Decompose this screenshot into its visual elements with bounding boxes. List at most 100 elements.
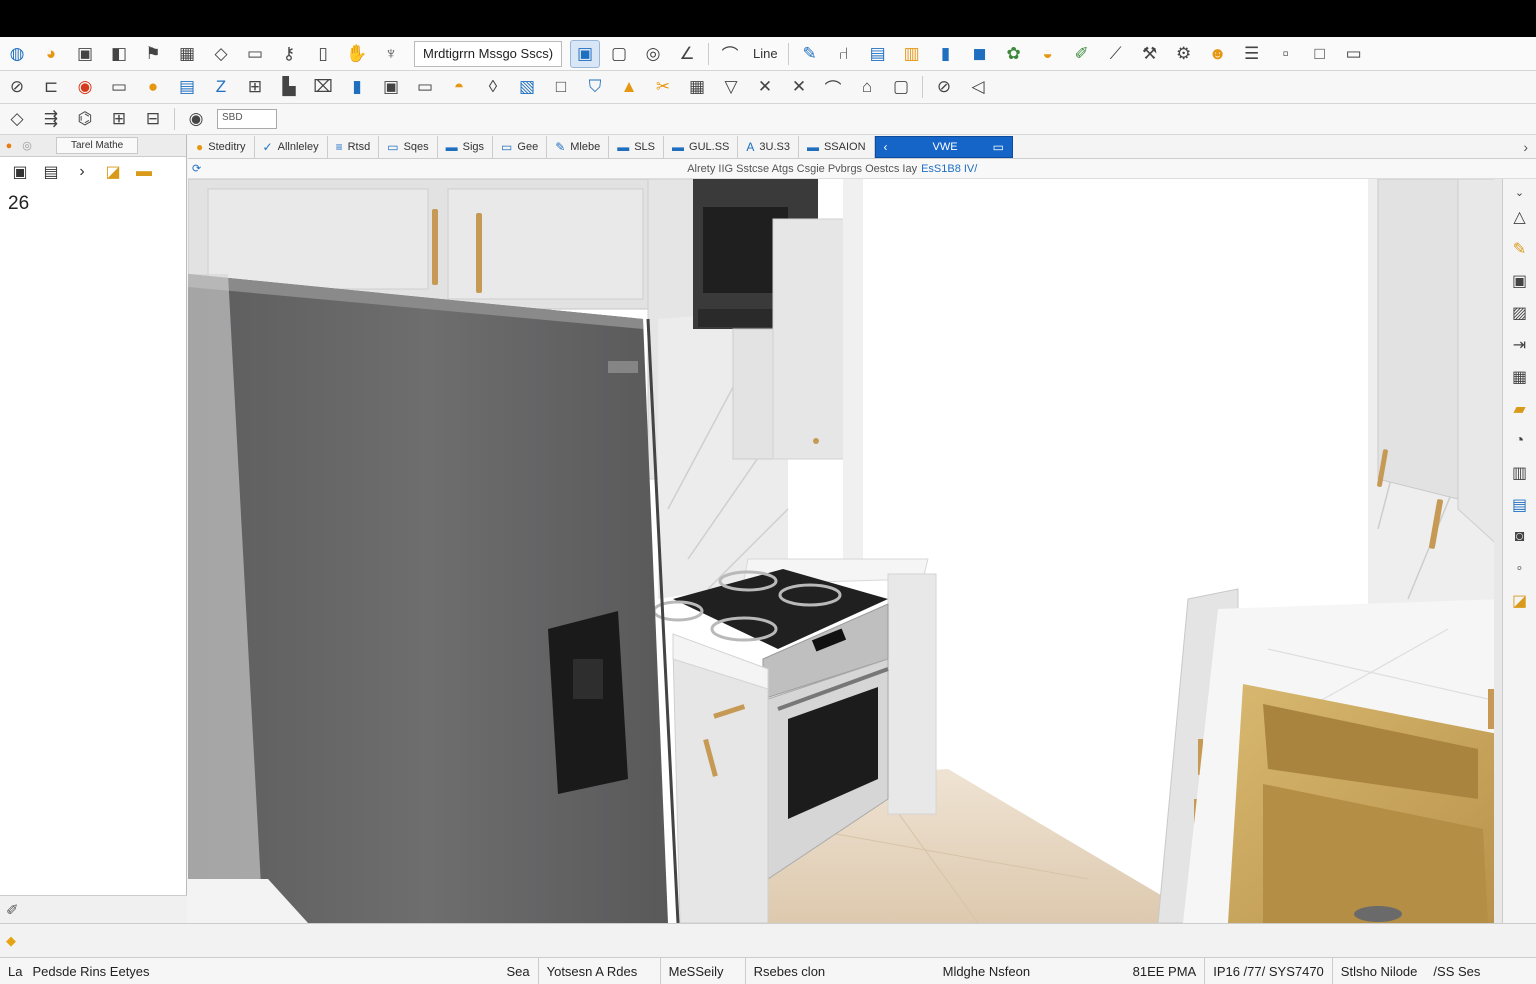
dimension-icon[interactable]: ▣ [376, 73, 406, 101]
tab-scene-7[interactable]: ✎ Mlebe [547, 135, 610, 158]
maximize-panel-icon[interactable]: ▭ [1339, 40, 1369, 68]
lamp-icon[interactable]: ◓ [444, 73, 474, 101]
window-icon[interactable]: ▣ [70, 40, 100, 68]
plant-icon[interactable]: ✿ [999, 40, 1029, 68]
chair-icon[interactable]: ⑁ [829, 40, 859, 68]
label-icon[interactable]: ▭ [410, 73, 440, 101]
tools-icon[interactable]: ⚙ [1169, 40, 1199, 68]
status-segment[interactable]: MeSSeily [659, 958, 745, 984]
3d-viewport[interactable] [188, 179, 1502, 923]
sun-icon[interactable]: ● [138, 73, 168, 101]
tab-scene-3[interactable]: ≡ Rtsd [328, 135, 380, 158]
shield-icon[interactable]: ⛉ [580, 73, 610, 101]
ruler-icon[interactable]: ⊞ [240, 73, 270, 101]
shelf-icon[interactable]: ▥ [897, 40, 927, 68]
slash-circle-icon[interactable]: ⊘ [929, 73, 959, 101]
pencil-icon[interactable]: ✎ [1507, 235, 1533, 263]
wrench-icon[interactable]: ⚒ [1135, 40, 1165, 68]
bowl-icon[interactable]: ◒ [1033, 40, 1063, 68]
warning-icon[interactable]: ▲ [614, 73, 644, 101]
title-field[interactable]: Mrdtigrrn Mssgo Sscs) [414, 40, 563, 67]
house-icon[interactable]: ⌂ [852, 73, 882, 101]
tag-icon[interactable]: ◊ [478, 73, 508, 101]
hatch-icon[interactable]: ▧ [512, 73, 542, 101]
arrow-icon[interactable]: ⊘ [2, 73, 32, 101]
camera-icon[interactable]: ◉ [181, 105, 211, 133]
calculator-icon[interactable]: ▥ [1507, 459, 1533, 487]
minimize-panel-icon[interactable]: ▫ [1271, 40, 1301, 68]
rotate-icon[interactable]: ◇ [2, 105, 32, 133]
cross-icon[interactable]: ✕ [784, 73, 814, 101]
triangle-icon[interactable]: ▽ [716, 73, 746, 101]
tab-scene-11[interactable]: ▬ SSAION [799, 135, 875, 158]
intersect-icon[interactable]: ⊟ [138, 105, 168, 133]
folder-icon[interactable]: ▰ [1507, 395, 1533, 423]
diamond-icon[interactable]: ◇ [206, 40, 236, 68]
robot-icon[interactable]: ◙ [1507, 523, 1533, 551]
line-tool-label[interactable]: Line [747, 46, 784, 61]
tab-scene-6[interactable]: ▭ Gee [493, 135, 548, 158]
box-icon[interactable]: ◼ [965, 40, 995, 68]
calendar-icon[interactable]: ▦ [1507, 363, 1533, 391]
box-outline-icon[interactable]: ▢ [886, 73, 916, 101]
tab-scene-5[interactable]: ▬ Sigs [438, 135, 494, 158]
panel-icon[interactable]: ◧ [104, 40, 134, 68]
laptop-icon[interactable]: ▬ [130, 160, 158, 184]
dot-icon[interactable]: ◦ [1507, 555, 1533, 583]
back-icon[interactable]: ◁ [963, 73, 993, 101]
monitor-icon[interactable]: ▣ [6, 160, 34, 184]
status-segment[interactable]: Yotsesn A Rdes [537, 958, 660, 984]
measure-icon[interactable]: ⟋ [1101, 40, 1131, 68]
chevron-down-icon[interactable]: ⌄ [1507, 185, 1533, 199]
record-icon[interactable]: ◉ [70, 73, 100, 101]
eye-icon[interactable]: ◎ [18, 137, 36, 155]
select-tool-icon[interactable]: ▣ [570, 39, 601, 68]
follow-icon[interactable]: ⌬ [70, 105, 100, 133]
pyramid-icon[interactable]: △ [1507, 203, 1533, 231]
eraser-icon[interactable]: ⌧ [308, 73, 338, 101]
grid-icon[interactable]: ▦ [172, 40, 202, 68]
layers-icon[interactable]: ▤ [172, 73, 202, 101]
angle-icon[interactable]: ∠ [672, 40, 702, 68]
door-icon[interactable]: ▯ [308, 40, 338, 68]
hand-icon[interactable]: ✋ [342, 40, 372, 68]
tab-overflow-icon[interactable]: › [1515, 139, 1536, 155]
person-icon[interactable]: ☻ [1203, 40, 1233, 68]
offset-icon[interactable]: ⊞ [104, 105, 134, 133]
lamp-icon[interactable]: ♆ [376, 40, 406, 68]
smile-icon[interactable]: ◕ [36, 40, 66, 68]
refresh-icon[interactable]: ⟳ [192, 162, 201, 175]
pencil-icon[interactable]: ✎ [795, 40, 825, 68]
list-icon[interactable]: ☰ [1237, 40, 1267, 68]
folder-icon[interactable]: ◪ [99, 160, 127, 184]
tab-scene-1[interactable]: ● Steditry [188, 135, 255, 158]
globe-icon[interactable]: ◍ [2, 40, 32, 68]
orange-dot-icon[interactable]: ● [0, 137, 18, 155]
export-icon[interactable]: ⇥ [1507, 331, 1533, 359]
flag-icon[interactable]: ⚑ [138, 40, 168, 68]
circle-icon[interactable]: ◎ [638, 40, 668, 68]
layers-icon[interactable]: ▤ [37, 160, 65, 184]
key-icon[interactable]: ⚷ [274, 40, 304, 68]
cabinet-icon[interactable]: ▤ [863, 40, 893, 68]
tab-scene-9[interactable]: ▬ GUL.SS [664, 135, 739, 158]
stairs-icon[interactable]: ▙ [274, 73, 304, 101]
frame-icon[interactable]: ▢ [604, 40, 634, 68]
text-icon[interactable]: ⊏ [36, 73, 66, 101]
cart-icon[interactable]: ▤ [1507, 491, 1533, 519]
screen-icon[interactable]: ▣ [1507, 267, 1533, 295]
tab-scene-active[interactable]: ‹ VWE ▭ [874, 135, 1013, 158]
arc-icon[interactable]: ⌒ [715, 40, 745, 68]
eraser-icon[interactable]: ✐ [6, 901, 19, 919]
chevron-right-icon[interactable]: › [68, 160, 96, 184]
rectangle-icon[interactable]: ▭ [240, 40, 270, 68]
push-icon[interactable]: ⇶ [36, 105, 66, 133]
bottle-icon[interactable]: ▮ [931, 40, 961, 68]
tab-scene-4[interactable]: ▭ Sqes [379, 135, 438, 158]
measurement-input[interactable]: SBD [217, 109, 277, 129]
status-segment[interactable]: Stlsho Nilode [1331, 958, 1426, 984]
tab-scene-10[interactable]: A 3U.S3 [738, 135, 799, 158]
paint-icon[interactable]: Z [206, 73, 236, 101]
monitor-icon[interactable]: ▭ [104, 73, 134, 101]
document-icon[interactable]: ▮ [342, 73, 372, 101]
